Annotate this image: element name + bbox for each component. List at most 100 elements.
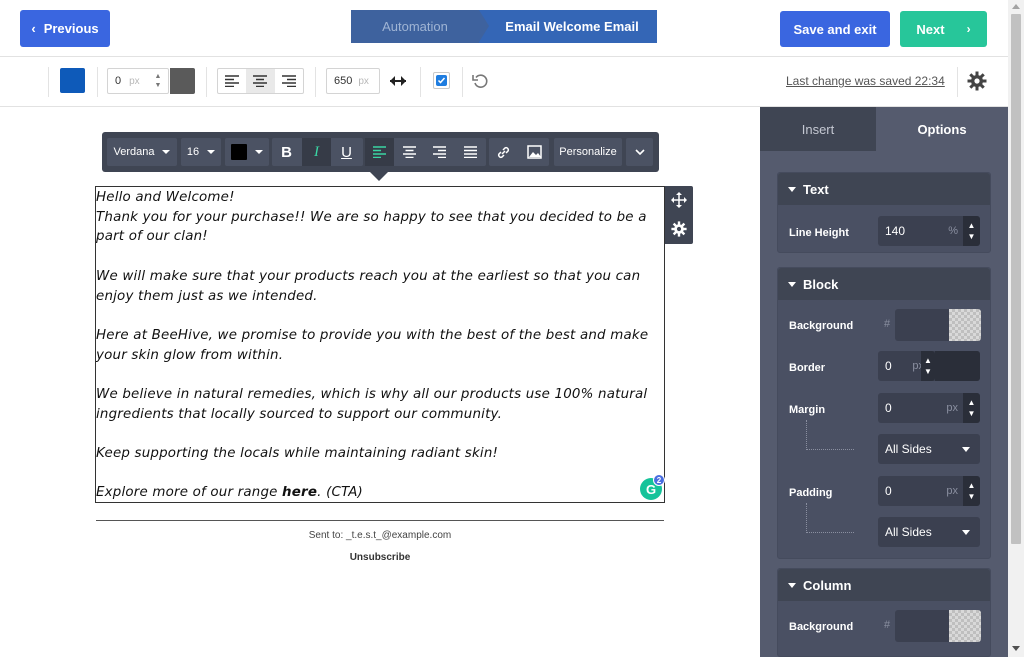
block-border-color-swatch[interactable] xyxy=(935,351,980,381)
font-size-value: 16 xyxy=(186,146,200,158)
email-text-block[interactable]: Hello and Welcome! Thank you for your pu… xyxy=(95,186,665,503)
block-options-card: Block Background # Border 0 px ▲ ▼ Margin… xyxy=(777,267,991,559)
caret-down-icon xyxy=(788,281,796,287)
block-background-label: Background xyxy=(789,320,854,332)
image-button[interactable] xyxy=(520,138,549,166)
undo-icon[interactable] xyxy=(472,73,489,90)
last-saved-link[interactable]: Last change was saved 22:34 xyxy=(786,74,945,88)
border-color-swatch[interactable] xyxy=(170,68,195,94)
grammarly-icon[interactable]: G 2 xyxy=(640,474,665,500)
save-and-exit-button[interactable]: Save and exit xyxy=(780,11,890,47)
block-border-input[interactable]: 0 px ▲ ▼ xyxy=(878,351,980,381)
font-family-value: Verdana xyxy=(113,146,155,158)
options-panel: Insert Options Text Line Height 140 % ▲ ▼… xyxy=(760,107,1008,657)
padding-unit: px xyxy=(946,485,958,497)
line-height-input[interactable]: 140 % ▲ ▼ xyxy=(878,216,980,246)
line-height-unit: % xyxy=(948,225,958,237)
border-width-stepper[interactable]: ▲ ▼ xyxy=(148,68,168,94)
more-options-button[interactable] xyxy=(626,138,653,166)
unsubscribe-link[interactable]: Unsubscribe xyxy=(96,552,664,563)
next-button[interactable]: Next › xyxy=(900,11,987,47)
padding-sides-select[interactable]: All Sides xyxy=(878,517,980,547)
toolbar-divider xyxy=(315,67,316,97)
italic-button[interactable]: I xyxy=(302,138,331,166)
padding-stepper[interactable]: ▲ ▼ xyxy=(963,476,980,506)
content-width-value: 650 xyxy=(334,75,353,87)
tab-insert[interactable]: Insert xyxy=(760,107,876,151)
gear-icon[interactable] xyxy=(967,71,987,91)
scroll-up-arrow-icon[interactable] xyxy=(1012,4,1020,9)
font-size-select[interactable]: 16 xyxy=(181,138,221,166)
underline-icon: U xyxy=(341,143,352,161)
caret-down-icon xyxy=(788,582,796,588)
content-width-unit: px xyxy=(358,75,369,87)
grammarly-count-badge: 2 xyxy=(653,474,665,486)
text-color-swatch xyxy=(231,144,247,160)
margin-input[interactable]: 0 px ▲ ▼ xyxy=(878,393,980,423)
align-left-icon xyxy=(373,146,386,158)
underline-button[interactable]: U xyxy=(332,138,361,166)
transparent-swatch xyxy=(949,309,981,341)
toolbar-divider xyxy=(957,67,958,97)
toolbar-divider xyxy=(97,67,98,97)
text-color-select[interactable] xyxy=(225,138,269,166)
align-center-icon xyxy=(403,146,416,158)
padding-label: Padding xyxy=(789,487,833,499)
bold-icon: B xyxy=(281,143,292,161)
margin-stepper[interactable]: ▲ ▼ xyxy=(963,393,980,423)
move-icon[interactable] xyxy=(671,192,687,208)
margin-sides-select[interactable]: All Sides xyxy=(878,434,980,464)
align-left-icon xyxy=(225,75,240,87)
block-border-stepper[interactable]: ▲ ▼ xyxy=(921,351,935,381)
border-width-unit: px xyxy=(129,75,140,87)
background-color-swatch[interactable] xyxy=(60,68,85,93)
column-section-header[interactable]: Column xyxy=(778,569,990,601)
personalize-button[interactable]: Personalize xyxy=(554,138,622,166)
responsive-checkbox[interactable] xyxy=(433,72,450,89)
next-label: Next xyxy=(916,21,945,37)
line-height-stepper[interactable]: ▲ ▼ xyxy=(963,216,980,246)
text-line: your skin glow from within. xyxy=(96,347,284,363)
text-line: ingredients that locally sourced to supp… xyxy=(96,406,503,422)
block-section-title: Block xyxy=(803,276,839,292)
align-center-button[interactable] xyxy=(246,69,275,93)
breadcrumb: Automation Email Welcome Email xyxy=(351,10,657,43)
text-align-right-button[interactable] xyxy=(425,138,454,166)
sent-to-text: Sent to: _t.e.s.t_@example.com xyxy=(308,530,452,541)
block-section-header[interactable]: Block xyxy=(778,268,990,300)
content-width-input[interactable]: 650 px xyxy=(326,68,380,94)
column-background-color-picker[interactable]: # xyxy=(884,610,981,642)
text-section-header[interactable]: Text xyxy=(778,173,990,205)
caret-down-icon xyxy=(788,186,796,192)
cta-link[interactable]: here xyxy=(282,485,317,500)
toolbar-divider xyxy=(206,67,207,97)
footer-divider xyxy=(96,520,664,521)
breadcrumb-automation[interactable]: Automation xyxy=(351,10,489,43)
font-family-select[interactable]: Verdana xyxy=(107,138,177,166)
padding-input[interactable]: 0 px ▲ ▼ xyxy=(878,476,980,506)
align-left-button[interactable] xyxy=(218,69,246,93)
link-icon xyxy=(497,146,510,158)
tab-options[interactable]: Options xyxy=(876,107,1008,151)
expand-width-icon[interactable] xyxy=(388,72,408,90)
text-align-center-button[interactable] xyxy=(395,138,424,166)
bold-button[interactable]: B xyxy=(272,138,301,166)
previous-button[interactable]: ‹ Previous xyxy=(20,10,110,47)
margin-unit: px xyxy=(946,402,958,414)
chevron-right-icon: › xyxy=(966,22,971,36)
block-settings-icon[interactable] xyxy=(671,221,687,237)
caret-down-icon xyxy=(962,447,970,452)
page-scrollbar[interactable] xyxy=(1008,0,1024,657)
block-background-color-picker[interactable]: # xyxy=(884,309,981,341)
cta-line: Explore more of our range here. (CTA) xyxy=(96,483,664,502)
text-line: enjoy them just as we intended. xyxy=(96,288,318,304)
scroll-down-arrow-icon[interactable] xyxy=(1012,646,1020,651)
margin-label: Margin xyxy=(789,404,826,416)
align-right-button[interactable] xyxy=(275,69,303,93)
link-button[interactable] xyxy=(489,138,518,166)
text-align-justify-button[interactable] xyxy=(456,138,485,166)
text-align-left-button[interactable] xyxy=(365,138,394,166)
scrollbar-thumb[interactable] xyxy=(1011,14,1021,544)
